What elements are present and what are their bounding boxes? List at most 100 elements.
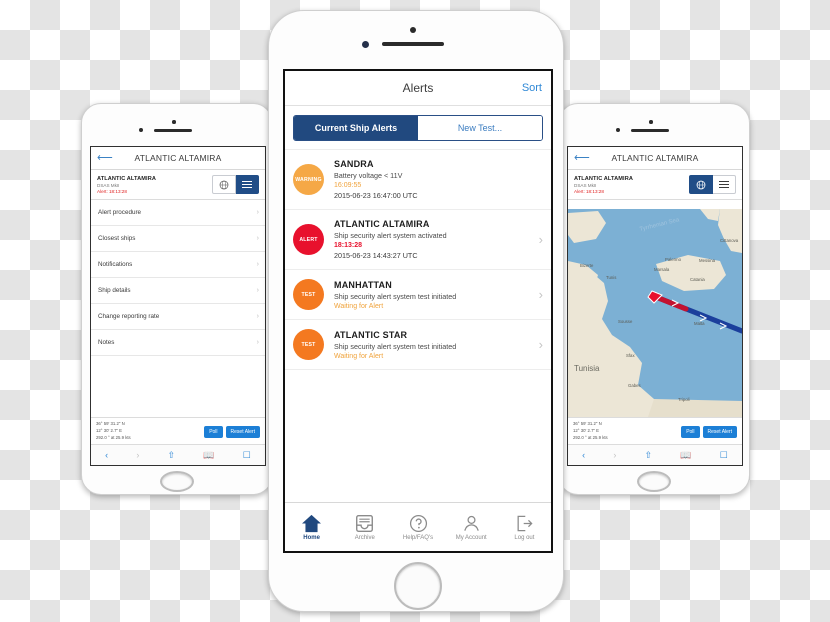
- alerts-navbar: Alerts Sort: [285, 71, 551, 106]
- tabs-icon[interactable]: ☐: [720, 450, 728, 460]
- chevron-right-icon: ›: [136, 449, 140, 460]
- question-circle-icon: [409, 514, 427, 532]
- map-label-tunisia: Tunisia: [574, 364, 600, 373]
- reset-alert-button[interactable]: Reset Alert: [225, 425, 260, 438]
- right-browser-bar: ‹ › ⇧ 📖 ☐: [568, 444, 742, 465]
- map-label-sfax: Sfax: [626, 353, 635, 358]
- right-phone-screen: ⟵ ATLANTIC ALTAMIRA ATLANTIC ALTAMIRA DS…: [567, 146, 743, 466]
- chevron-right-icon: ›: [256, 209, 259, 216]
- tab-my-account[interactable]: My Account: [445, 514, 498, 541]
- alert-description: Ship security alert system activated: [334, 231, 447, 240]
- tab-new-test[interactable]: New Test...: [418, 116, 542, 140]
- home-icon: [302, 514, 322, 532]
- tab-label: Archive: [354, 534, 375, 541]
- ship-alert-time: Alert: 18:13:28: [97, 188, 127, 194]
- list-bottom-divider: [285, 369, 551, 376]
- sensor-dot-icon: [649, 120, 653, 124]
- tab-archive[interactable]: Archive: [338, 514, 391, 541]
- reset-alert-button[interactable]: Reset Alert: [702, 425, 737, 438]
- share-icon[interactable]: ⇧: [168, 450, 176, 460]
- left-phone-screen: ⟵ ATLANTIC ALTAMIRA ATLANTIC ALTAMIRA DS…: [90, 146, 266, 466]
- poll-button[interactable]: Poll: [681, 425, 700, 438]
- bottom-tab-bar: Home Archive Help/FAQ's My Account Log o…: [285, 502, 551, 551]
- menu-label: Closest ships: [98, 235, 136, 242]
- chevron-left-icon[interactable]: ‹: [105, 450, 108, 460]
- alert-body: SANDRA Battery voltage < 11V 16:09:55 20…: [324, 159, 543, 200]
- map-label-tunis: Tunis: [606, 275, 616, 280]
- left-browser-bar: ‹ › ⇧ 📖 ☐: [91, 444, 265, 465]
- home-button[interactable]: [394, 562, 442, 610]
- right-ship-header: ATLANTIC ALTAMIRA DSAS MkII Alert: 18:13…: [568, 170, 742, 200]
- back-arrow-icon[interactable]: ⟵: [97, 152, 113, 164]
- back-arrow-icon[interactable]: ⟵: [574, 152, 590, 164]
- left-status-bar: 36° 59' 31.2" N 12° 30' 2.7" E 292.0 ° a…: [91, 417, 265, 445]
- right-status-bar: 36° 59' 31.2" N 12° 30' 2.7" E 292.0 ° a…: [568, 417, 742, 445]
- vessel-map[interactable]: Palermo Marsala Catania Messina Cittanov…: [568, 209, 742, 417]
- book-icon[interactable]: 📖: [680, 450, 691, 460]
- hamburger-menu-icon[interactable]: [236, 175, 259, 194]
- menu-label: Change reporting rate: [98, 313, 160, 320]
- list-item[interactable]: TEST MANHATTAN Ship security alert syste…: [285, 269, 551, 319]
- poll-button[interactable]: Poll: [204, 425, 223, 438]
- chevron-right-icon: ›: [256, 235, 259, 242]
- home-button[interactable]: [160, 471, 194, 492]
- archive-tray-icon: [356, 514, 374, 532]
- menu-item-notes[interactable]: Notes ›: [91, 330, 265, 356]
- map-canvas: Palermo Marsala Catania Messina Cittanov…: [568, 209, 742, 417]
- map-label-tripoli: Tripoli: [678, 397, 690, 402]
- menu-item-ship-details[interactable]: Ship details ›: [91, 278, 265, 304]
- ship-model: DSAS MkII: [97, 182, 120, 188]
- sensor-dot-icon: [172, 120, 176, 124]
- globe-glyph: [696, 180, 706, 189]
- left-nav-title: ATLANTIC ALTAMIRA: [134, 153, 222, 163]
- chevron-left-icon[interactable]: ‹: [582, 450, 585, 460]
- earpiece-speaker: [382, 42, 444, 46]
- tab-help-faqs[interactable]: Help/FAQ's: [391, 514, 444, 541]
- alert-time: 16:09:55: [334, 182, 362, 189]
- book-icon[interactable]: 📖: [203, 450, 214, 460]
- left-coordinates: 36° 59' 31.2" N 12° 30' 2.7" E 292.0 ° a…: [96, 421, 201, 442]
- ship-name: ATLANTIC ALTAMIRA: [574, 175, 633, 182]
- sort-button[interactable]: Sort: [522, 82, 542, 94]
- list-item[interactable]: TEST ATLANTIC STAR Ship security alert s…: [285, 319, 551, 369]
- share-icon[interactable]: ⇧: [645, 450, 653, 460]
- tab-current-ship-alerts[interactable]: Current Ship Alerts: [294, 116, 418, 140]
- alert-ship-name: ATLANTIC STAR: [334, 329, 408, 340]
- tab-log-out[interactable]: Log out: [498, 514, 551, 541]
- status-badge: WARNING: [293, 164, 324, 195]
- page-title: Alerts: [402, 81, 434, 95]
- right-ship-meta: ATLANTIC ALTAMIRA DSAS MkII Alert: 18:13…: [574, 176, 689, 194]
- left-phone-device: ⟵ ATLANTIC ALTAMIRA ATLANTIC ALTAMIRA DS…: [81, 103, 273, 495]
- list-item[interactable]: WARNING SANDRA Battery voltage < 11V 16:…: [285, 149, 551, 209]
- menu-item-alert-procedure[interactable]: Alert procedure ›: [91, 200, 265, 226]
- front-camera-icon: [139, 128, 143, 132]
- list-item[interactable]: ALERT ATLANTIC ALTAMIRA Ship security al…: [285, 209, 551, 269]
- menu-item-closest-ships[interactable]: Closest ships ›: [91, 226, 265, 252]
- alert-time: Waiting for Alert: [334, 302, 384, 310]
- tab-home[interactable]: Home: [285, 514, 338, 541]
- globe-glyph: [219, 180, 229, 189]
- chevron-right-icon: ›: [256, 287, 259, 294]
- map-label-malta: Malta: [694, 321, 705, 326]
- right-view-toggle: [689, 175, 736, 194]
- alerts-list: WARNING SANDRA Battery voltage < 11V 16:…: [285, 149, 551, 376]
- ship-model: DSAS MkII: [574, 182, 597, 188]
- center-phone-screen: Alerts Sort Current Ship Alerts New Test…: [283, 69, 553, 553]
- heading-speed-value: 292.0 ° at 25.9 kts: [573, 434, 608, 440]
- hamburger-menu-icon[interactable]: [713, 175, 736, 194]
- hamburger-glyph: [719, 179, 729, 190]
- longitude-value: 12° 30' 2.7" E: [573, 428, 600, 434]
- menu-item-notifications[interactable]: Notifications ›: [91, 252, 265, 278]
- left-ship-header: ATLANTIC ALTAMIRA DSAS MkII Alert: 18:13…: [91, 170, 265, 200]
- alert-description: Battery voltage < 11V: [334, 171, 403, 180]
- home-button[interactable]: [637, 471, 671, 492]
- menu-item-change-reporting-rate[interactable]: Change reporting rate ›: [91, 304, 265, 330]
- map-label-bizerte: Bizerte: [580, 263, 594, 268]
- tabs-icon[interactable]: ☐: [243, 450, 251, 460]
- globe-icon[interactable]: [689, 175, 713, 194]
- chevron-right-icon: ›: [538, 337, 543, 352]
- globe-icon[interactable]: [212, 175, 236, 194]
- right-phone-device: ⟵ ATLANTIC ALTAMIRA ATLANTIC ALTAMIRA DS…: [558, 103, 750, 495]
- right-nav-title: ATLANTIC ALTAMIRA: [611, 153, 699, 163]
- left-view-toggle: [212, 175, 259, 194]
